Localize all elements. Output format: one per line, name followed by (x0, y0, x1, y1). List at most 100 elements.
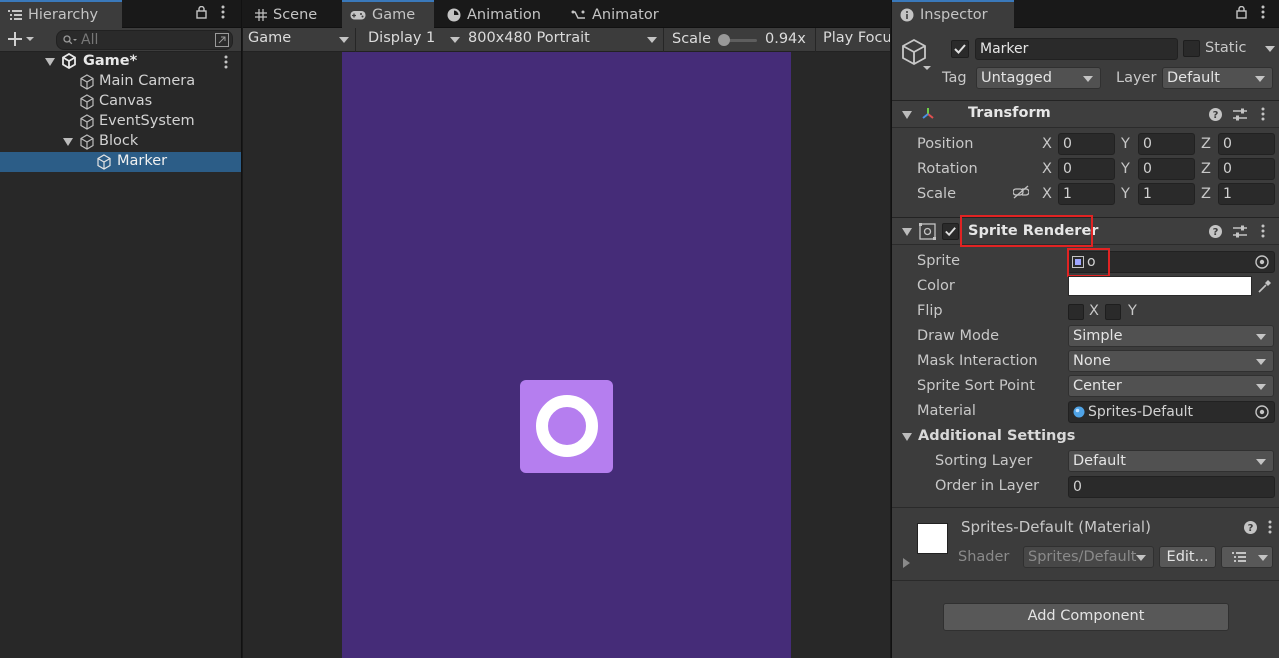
tab-scene-label: Scene (273, 7, 318, 23)
play-focused-dropdown[interactable]: Play Focu (815, 28, 890, 52)
display-dropdown[interactable]: Display 1 (362, 28, 462, 52)
add-component-button[interactable]: Add Component (943, 603, 1229, 631)
object-picker-icon[interactable] (1255, 405, 1269, 419)
shader-dropdown[interactable]: Sprites/Default (1023, 546, 1154, 568)
position-x-field[interactable]: 0 (1058, 133, 1115, 155)
sprite-renderer-enabled-checkbox[interactable] (942, 223, 959, 240)
gamepad-icon (350, 10, 366, 21)
sprite-sort-point-dropdown[interactable]: Center (1068, 375, 1274, 397)
object-picker-icon[interactable] (1255, 255, 1269, 269)
flip-label: Flip (917, 303, 943, 319)
check-icon (954, 44, 966, 54)
scale-z-field[interactable]: 1 (1218, 183, 1275, 205)
help-icon[interactable]: ? (1209, 108, 1222, 121)
help-icon[interactable]: ? (1209, 225, 1222, 238)
mask-interaction-dropdown[interactable]: None (1068, 350, 1274, 372)
scale-x-field[interactable]: 1 (1058, 183, 1115, 205)
lock-icon[interactable] (1236, 6, 1247, 19)
object-name-field[interactable]: Marker (975, 38, 1178, 60)
tab-inspector[interactable]: Inspector (892, 0, 1014, 28)
add-icon[interactable] (8, 31, 34, 47)
tag-dropdown[interactable]: Untagged (976, 67, 1101, 89)
shader-edit-button[interactable]: Edit... (1159, 546, 1216, 568)
highlight-box-sprite (1067, 248, 1110, 277)
more-options-icon[interactable] (1261, 5, 1265, 19)
scale-slider-thumb[interactable] (718, 34, 730, 46)
transform-header[interactable]: Transform ? (892, 100, 1279, 128)
tree-item-block[interactable]: Block (0, 132, 241, 152)
position-y-field[interactable]: 0 (1138, 133, 1195, 155)
game-mode-dropdown[interactable]: Game (243, 28, 356, 52)
scale-slider[interactable] (718, 34, 757, 46)
transform-icon (920, 106, 936, 122)
material-field[interactable]: Sprites-Default (1068, 401, 1275, 423)
flip-x-checkbox[interactable] (1068, 304, 1084, 320)
rotation-y-field[interactable]: 0 (1138, 158, 1195, 180)
gameobject-cube-icon[interactable] (901, 38, 931, 72)
active-checkbox[interactable] (951, 40, 969, 58)
tree-item-eventsystem[interactable]: EventSystem (0, 112, 241, 132)
hierarchy-search-field[interactable]: All (56, 30, 233, 50)
foldout-right-icon[interactable] (903, 558, 910, 568)
position-x-label: X (1042, 136, 1052, 152)
constrain-proportions-icon[interactable] (1013, 185, 1029, 199)
tree-item-scene[interactable]: Game* (0, 51, 241, 72)
rotation-x-label: X (1042, 161, 1052, 177)
tab-animation[interactable]: Animation (439, 2, 549, 28)
list-icon (8, 9, 22, 21)
additional-settings-label[interactable]: Additional Settings (918, 428, 1075, 444)
hierarchy-window: Hierarchy All Game* Main Camera Canvas E… (0, 0, 242, 658)
shader-menu-button[interactable] (1221, 546, 1273, 568)
tab-animator[interactable]: Animator (563, 2, 667, 28)
layer-label: Layer (1116, 70, 1157, 86)
scale-y-field[interactable]: 1 (1138, 183, 1195, 205)
tab-scene[interactable]: Scene (247, 2, 325, 28)
preset-icon[interactable] (1233, 225, 1247, 238)
expand-arrow-icon[interactable] (63, 138, 73, 146)
order-in-layer-field[interactable]: 0 (1068, 476, 1275, 498)
scene-search-icon[interactable] (215, 33, 229, 47)
help-icon[interactable]: ? (1244, 521, 1257, 534)
rotation-z-field[interactable]: 0 (1218, 158, 1275, 180)
tab-hierarchy[interactable]: Hierarchy (0, 0, 122, 28)
eyedropper-icon[interactable] (1258, 279, 1272, 293)
marker-ring (536, 395, 598, 457)
sprite-label: Sprite (917, 253, 961, 269)
sorting-layer-dropdown[interactable]: Default (1068, 450, 1274, 472)
more-options-icon[interactable] (224, 55, 228, 69)
tree-item-marker[interactable]: Marker (0, 152, 241, 172)
more-options-icon[interactable] (1268, 520, 1272, 534)
tab-inspector-label: Inspector (920, 7, 988, 23)
chevron-down-icon[interactable] (1265, 46, 1275, 52)
scale-y-label: Y (1121, 186, 1130, 202)
tree-item-main-camera[interactable]: Main Camera (0, 72, 241, 92)
foldout-arrow-icon[interactable] (902, 111, 912, 119)
rotation-x-field[interactable]: 0 (1058, 158, 1115, 180)
more-options-icon[interactable] (221, 5, 225, 19)
preset-icon[interactable] (1233, 108, 1247, 121)
resolution-dropdown[interactable]: 800x480 Portrait (462, 28, 664, 52)
static-checkbox[interactable] (1183, 40, 1200, 57)
game-view[interactable] (342, 52, 791, 658)
material-ball-icon (1073, 406, 1085, 418)
flip-y-checkbox[interactable] (1105, 304, 1121, 320)
color-swatch[interactable] (1068, 276, 1252, 296)
shader-edit-label: Edit... (1166, 549, 1209, 565)
layer-dropdown[interactable]: Default (1162, 67, 1273, 89)
position-z-field[interactable]: 0 (1218, 133, 1275, 155)
expand-arrow-icon[interactable] (45, 58, 55, 66)
lock-icon[interactable] (196, 6, 207, 19)
foldout-arrow-icon[interactable] (902, 228, 912, 236)
tab-game[interactable]: Game (342, 0, 434, 28)
flip-y-label: Y (1128, 303, 1137, 319)
more-options-icon[interactable] (1261, 224, 1265, 238)
color-label: Color (917, 278, 955, 294)
foldout-arrow-icon[interactable] (902, 433, 912, 441)
game-toolbar: Game Display 1 800x480 Portrait Scale 0.… (243, 28, 890, 52)
order-in-layer-label: Order in Layer (935, 478, 1040, 494)
tree-item-canvas[interactable]: Canvas (0, 92, 241, 112)
chevron-down-icon (1258, 555, 1268, 561)
more-options-icon[interactable] (1261, 107, 1265, 121)
draw-mode-dropdown[interactable]: Simple (1068, 325, 1274, 347)
play-focus-label: Play Focu (823, 30, 890, 46)
